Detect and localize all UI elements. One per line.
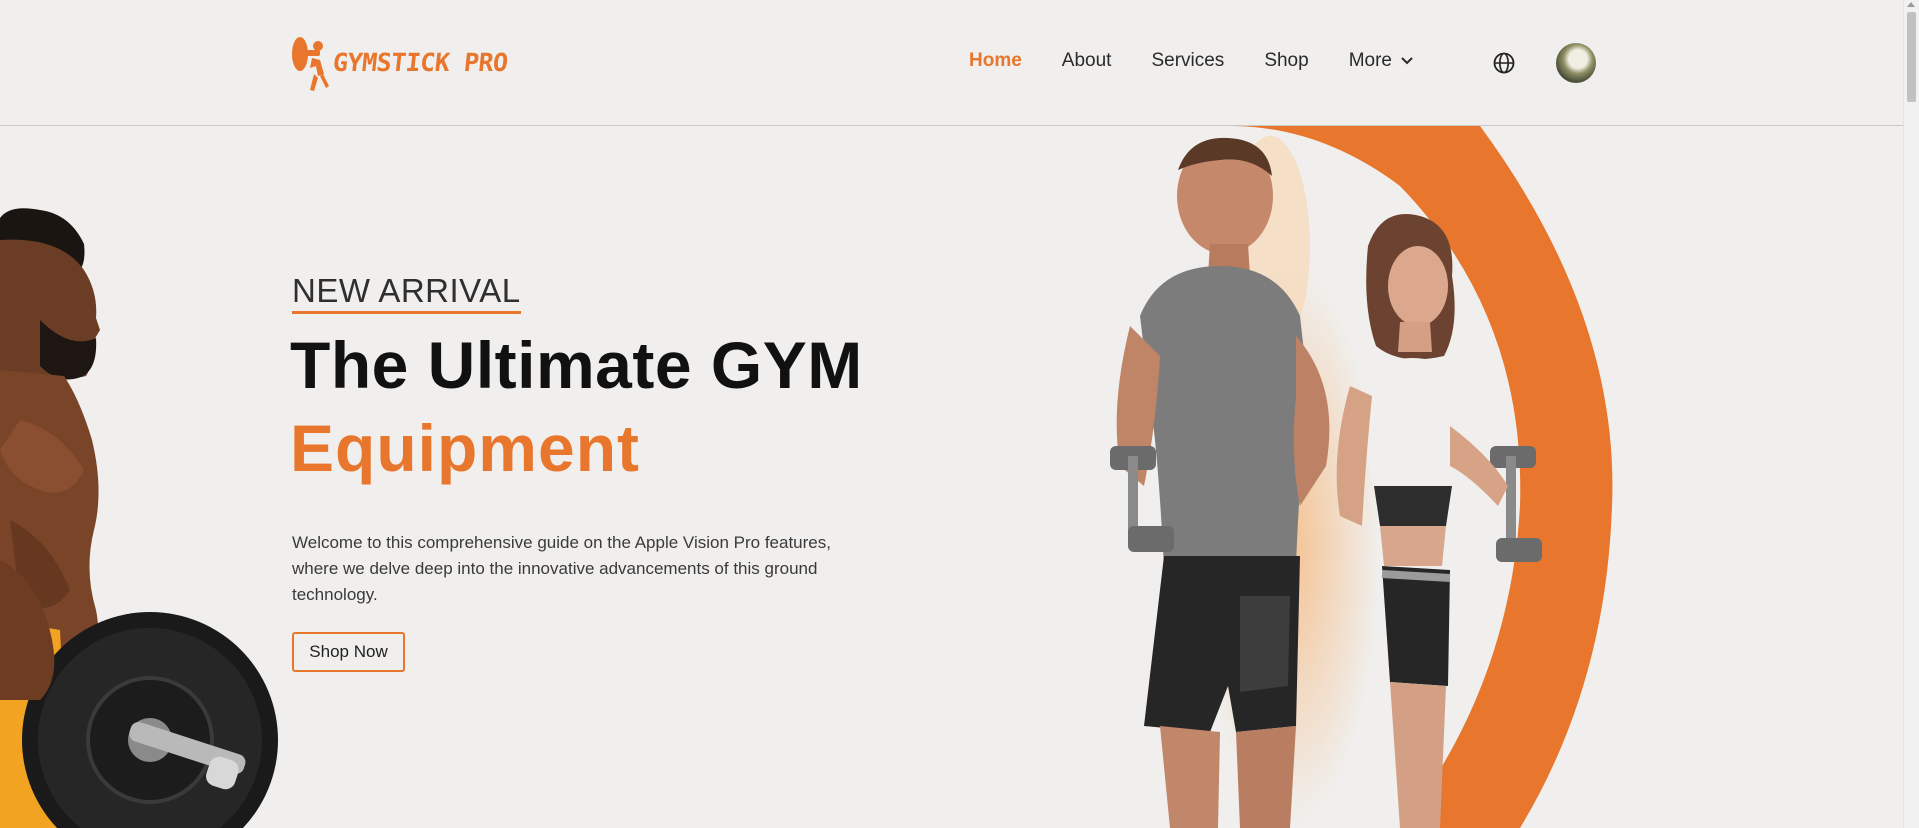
hero-description: Welcome to this comprehensive guide on t… <box>292 533 831 604</box>
logo-icon <box>292 37 329 91</box>
nav-about[interactable]: About <box>1062 50 1112 72</box>
main-nav: Home About Services Shop More <box>969 50 1414 72</box>
hero-title-line1: The Ultimate GYM <box>290 328 863 402</box>
nav-more-dropdown[interactable]: More <box>1349 50 1414 72</box>
scrollbar-thumb[interactable] <box>1907 12 1916 102</box>
shop-now-button[interactable]: Shop Now <box>292 632 405 672</box>
nav-more-label: More <box>1348 50 1392 71</box>
hero-athlete-image <box>0 208 278 828</box>
nav-shop[interactable]: Shop <box>1264 50 1308 72</box>
nav-home[interactable]: Home <box>969 50 1022 72</box>
page-scrollbar[interactable] <box>1903 0 1919 828</box>
site-header: GYMSTICK PRO Home About Services Shop Mo… <box>0 0 1904 126</box>
globe-icon[interactable] <box>1492 51 1516 75</box>
user-avatar[interactable] <box>1556 43 1596 83</box>
scroll-up-icon[interactable] <box>1907 2 1915 7</box>
logo[interactable]: GYMSTICK PRO <box>290 30 510 94</box>
logo-text: GYMSTICK PRO <box>331 47 510 77</box>
chevron-down-icon <box>1401 57 1413 65</box>
hero-title-line2: Equipment <box>290 411 640 485</box>
hero-couple-image <box>1110 126 1613 828</box>
nav-services[interactable]: Services <box>1151 50 1224 72</box>
hero-eyebrow: NEW ARRIVAL <box>292 272 521 314</box>
